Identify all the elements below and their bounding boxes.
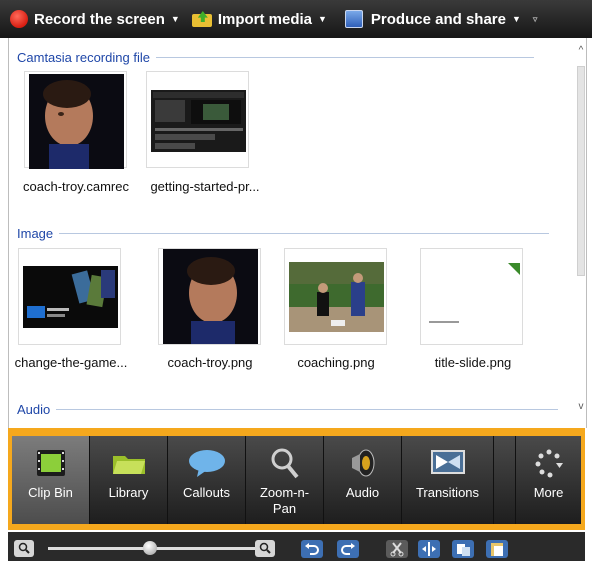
media-thumbnail[interactable] [18, 248, 121, 345]
media-thumbnail[interactable] [158, 248, 261, 345]
paste-icon [491, 543, 503, 556]
dots-icon [535, 449, 563, 478]
produce-share-button[interactable]: Produce and share ▼ [331, 0, 525, 38]
speech-bubble-icon [188, 450, 225, 477]
section-header-audio: Audio [17, 402, 559, 417]
transition-icon [430, 450, 465, 474]
import-media-button[interactable]: Import media ▼ [188, 0, 331, 38]
section-divider [155, 57, 534, 58]
media-name: title-slide.png [434, 355, 512, 370]
section-title: Audio [17, 402, 51, 417]
copy-button[interactable] [452, 540, 474, 558]
chevron-down-icon: ▼ [511, 14, 521, 24]
import-media-label: Import media [217, 10, 312, 28]
tab-transitions[interactable]: Transitions [402, 436, 494, 524]
chevron-down-icon: ▼ [170, 14, 180, 24]
media-name: getting-started-pr... [150, 179, 260, 194]
tab-clip-bin[interactable]: Clip Bin [12, 436, 90, 524]
toolbar-overflow-icon[interactable]: ▿ [533, 14, 538, 25]
tab-label: More [533, 485, 564, 500]
cut-icon [390, 542, 404, 557]
section-divider [56, 409, 559, 410]
film-strip-icon [36, 450, 65, 476]
baseball-thumbnail [289, 262, 384, 332]
split-button[interactable] [418, 540, 440, 558]
media-name: coach-troy.png [167, 355, 253, 370]
title-slide-thumbnail [425, 263, 520, 331]
tab-label: Zoom-n- Pan [259, 485, 310, 516]
tab-label: Callouts [183, 485, 230, 500]
section-header-image: Image [17, 226, 550, 241]
scrollbar-thumb[interactable] [577, 66, 585, 276]
zoom-in-button[interactable] [255, 540, 275, 557]
folder-icon [112, 456, 145, 474]
tab-more[interactable]: More [515, 436, 581, 524]
portrait-thumbnail [163, 249, 258, 344]
task-tabs-highlight: Clip Bin Library Callouts Zoom-n- Pan Au… [8, 428, 585, 530]
zoom-out-button[interactable] [14, 540, 34, 557]
editor-screenshot-thumbnail [151, 90, 246, 152]
cut-button[interactable] [386, 540, 408, 558]
media-name: coach-troy.camrec [23, 179, 129, 194]
tab-label: Audio [345, 485, 380, 500]
phone-app-thumbnail [23, 266, 118, 328]
clip-bin-scrollbar[interactable]: ^ v [576, 46, 586, 418]
tab-callouts[interactable]: Callouts [168, 436, 246, 524]
paste-button[interactable] [486, 540, 508, 558]
undo-button[interactable] [301, 540, 323, 558]
media-thumbnail[interactable] [24, 71, 127, 169]
split-icon [422, 542, 436, 556]
record-screen-label: Record the screen [34, 10, 165, 28]
section-divider [59, 233, 550, 234]
task-tabs: Clip Bin Library Callouts Zoom-n- Pan Au… [12, 436, 581, 524]
zoom-slider-knob[interactable] [143, 541, 157, 555]
media-thumbnail[interactable] [284, 248, 387, 345]
zoom-in-icon [259, 542, 271, 554]
chevron-down-icon: ▼ [318, 14, 327, 24]
timeline-toolbar [8, 532, 585, 561]
record-screen-button[interactable]: Record the screen ▼ [0, 0, 184, 38]
scroll-up-icon[interactable]: ^ [576, 46, 586, 56]
media-thumbnail[interactable] [420, 248, 523, 345]
speaker-icon [351, 449, 374, 477]
tab-zoom-n-pan[interactable]: Zoom-n- Pan [246, 436, 324, 524]
tab-audio[interactable]: Audio [324, 436, 402, 524]
record-icon [10, 10, 28, 28]
media-name: change-the-game... [14, 355, 128, 370]
produce-share-icon [344, 10, 363, 28]
undo-icon [305, 543, 319, 555]
zoom-out-icon [18, 542, 30, 554]
redo-button[interactable] [337, 540, 359, 558]
main-toolbar: Record the screen ▼ Import media ▼ Produ… [0, 0, 592, 38]
produce-share-label: Produce and share [370, 10, 506, 28]
section-header-camtasia-recording: Camtasia recording file [17, 50, 534, 65]
section-title: Image [17, 226, 54, 241]
tab-library[interactable]: Library [90, 436, 168, 524]
magnifier-icon [271, 448, 299, 479]
tab-label: Clip Bin [28, 485, 73, 500]
import-folder-icon [191, 11, 212, 27]
clip-bin-panel: Camtasia recording file coach-troy.camre… [8, 38, 587, 428]
portrait-thumbnail [29, 74, 124, 169]
tab-label: Library [108, 485, 149, 500]
copy-icon [457, 544, 470, 556]
media-thumbnail[interactable] [146, 71, 249, 168]
redo-icon [341, 543, 355, 555]
scroll-down-icon[interactable]: v [576, 402, 586, 412]
media-name: coaching.png [297, 355, 375, 370]
tab-label: Transitions [415, 485, 480, 500]
section-title: Camtasia recording file [17, 50, 150, 65]
